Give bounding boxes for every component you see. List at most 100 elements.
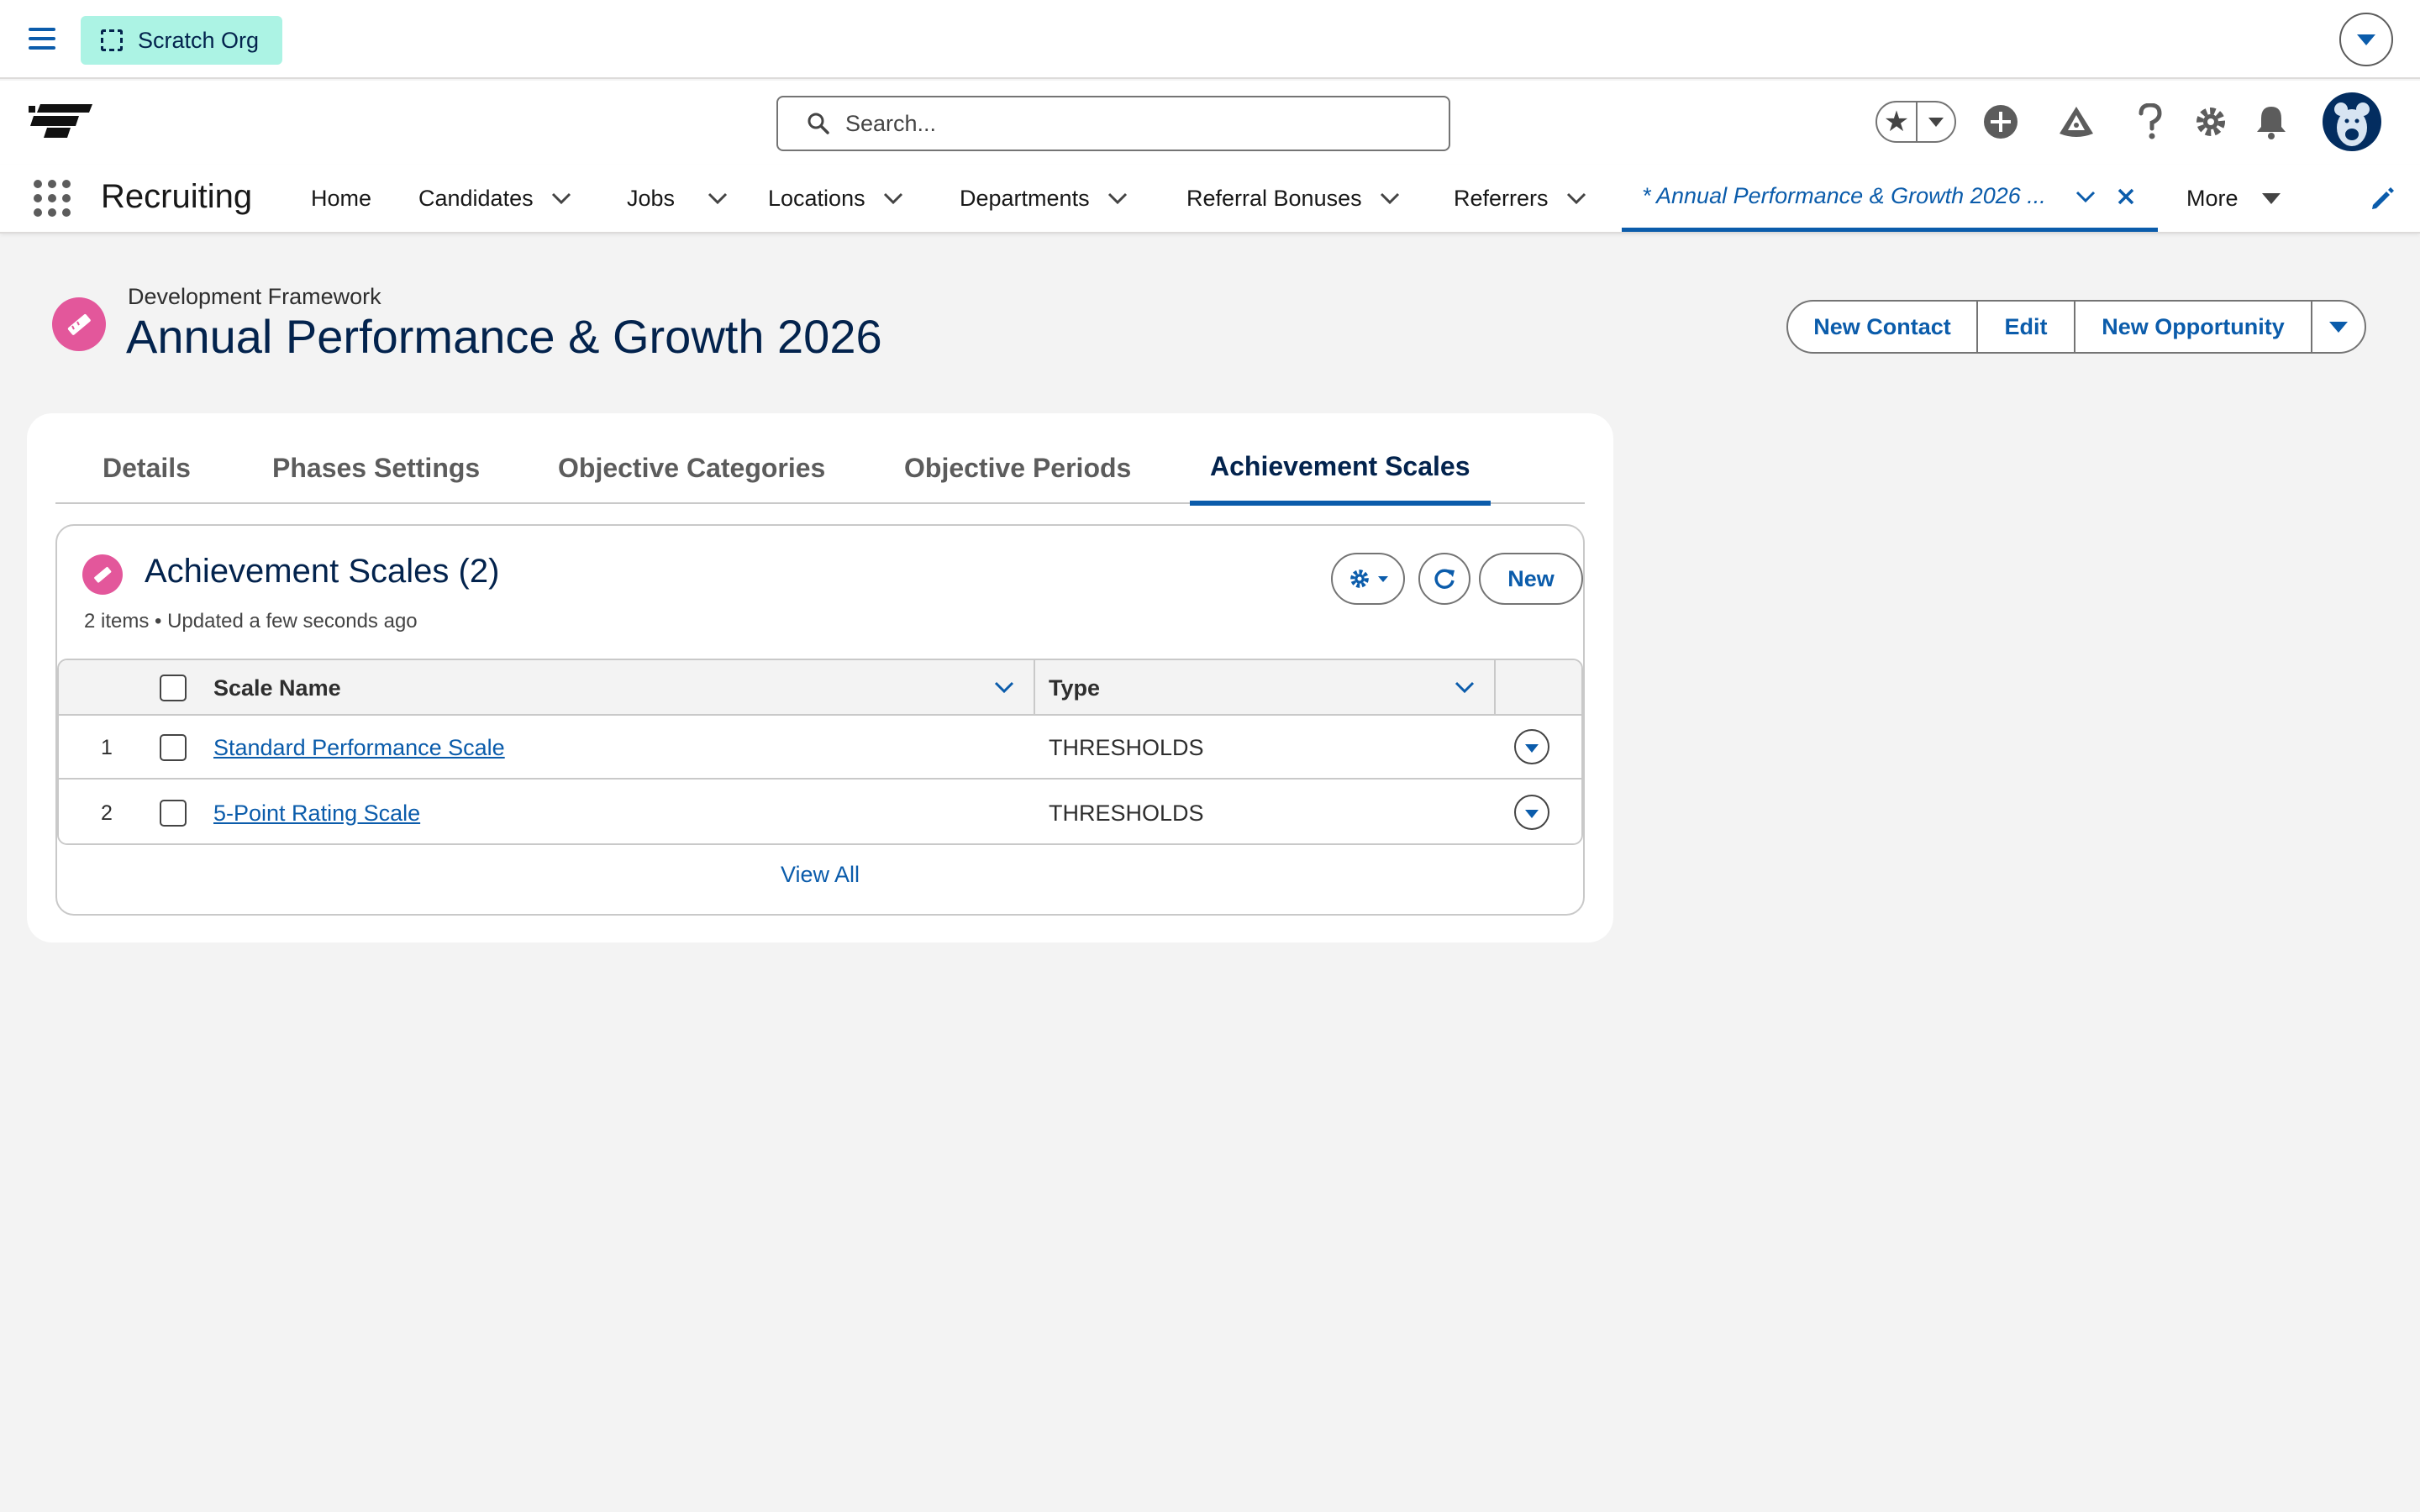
org-dropdown-button[interactable] [2339, 13, 2393, 66]
bear-avatar-icon [2334, 102, 2370, 146]
type-cell: THRESHOLDS [1049, 734, 1204, 760]
tab-achievement-scales[interactable]: Achievement Scales [1190, 432, 1491, 506]
gear-icon[interactable] [2190, 101, 2232, 143]
scale-name-link[interactable]: 5-Point Rating Scale [213, 801, 420, 827]
edit-button[interactable]: Edit [1978, 302, 2075, 352]
chevron-down-icon [2329, 321, 2348, 333]
nav-more-label: More [2186, 185, 2238, 211]
table-row: 2 5-Point Rating Scale THRESHOLDS [59, 781, 1581, 843]
nav-more-menu[interactable]: More [2186, 165, 2281, 232]
app-launcher-icon[interactable] [34, 180, 71, 217]
tab-details[interactable]: Details [103, 432, 191, 504]
favorites-menu-caret[interactable] [1918, 117, 1954, 127]
view-all-link[interactable]: View All [57, 862, 1583, 888]
related-list-title: Achievement Scales (2) [145, 553, 500, 590]
nav-item-label: * Annual Performance & Growth 2026 ... [1642, 183, 2046, 208]
add-icon[interactable] [1980, 101, 2022, 143]
related-list-table: Scale Name Type 1 Standard Performance S… [57, 659, 1583, 845]
chevron-down-icon[interactable] [1565, 192, 1587, 205]
global-search-input[interactable]: Search... [776, 96, 1450, 151]
nav-item-label: Home [311, 185, 372, 211]
row-actions-button[interactable] [1514, 795, 1549, 830]
type-cell: THRESHOLDS [1049, 800, 1204, 826]
list-settings-button[interactable] [1331, 553, 1405, 605]
caret-down-icon [1378, 575, 1388, 582]
row-checkbox[interactable] [160, 800, 187, 827]
nav-item-referrers[interactable]: Referrers [1454, 165, 1587, 232]
nav-item-label: Referrers [1454, 185, 1549, 211]
notification-bell-icon[interactable] [2250, 101, 2292, 143]
gear-icon [1350, 570, 1369, 588]
nav-item-label: Locations [768, 185, 865, 211]
scale-name-cell: 5-Point Rating Scale [213, 781, 420, 843]
nav-item-label: Referral Bonuses [1186, 185, 1362, 211]
scratch-org-badge[interactable]: Scratch Org [81, 16, 282, 65]
refresh-icon [1434, 569, 1455, 589]
star-icon[interactable]: ★ [1877, 102, 1918, 141]
nav-item-referral-bonuses[interactable]: Referral Bonuses [1186, 165, 1401, 232]
chevron-down-icon [2357, 34, 2375, 45]
help-icon[interactable] [2129, 101, 2171, 143]
nav-item-label: Departments [960, 185, 1090, 211]
ruler-icon [67, 313, 91, 335]
chevron-down-icon[interactable] [1454, 680, 1476, 694]
related-list-subtitle: 2 items • Updated a few seconds ago [84, 610, 418, 633]
user-avatar[interactable] [2323, 92, 2381, 151]
record-tabs: Details Phases Settings Objective Catego… [55, 432, 1585, 506]
new-contact-button[interactable]: New Contact [1788, 302, 1978, 352]
close-icon[interactable] [2117, 187, 2135, 206]
tab-phases-settings[interactable]: Phases Settings [272, 432, 480, 504]
tab-objective-categories[interactable]: Objective Categories [558, 432, 825, 504]
nav-tab-current-record[interactable]: * Annual Performance & Growth 2026 ... [1622, 165, 2158, 232]
nav-item-jobs[interactable]: Jobs [627, 165, 729, 232]
search-icon [808, 113, 829, 134]
select-all-checkbox[interactable] [160, 675, 187, 701]
scale-name-cell: Standard Performance Scale [213, 716, 505, 780]
table-row: 1 Standard Performance Scale THRESHOLDS [59, 716, 1581, 780]
scale-name-link[interactable]: Standard Performance Scale [213, 735, 505, 761]
chevron-down-icon[interactable] [1107, 192, 1128, 205]
column-header-type[interactable]: Type [1049, 660, 1100, 716]
record-title: Annual Performance & Growth 2026 [126, 310, 882, 363]
nav-item-candidates[interactable]: Candidates [418, 165, 572, 232]
nav-item-departments[interactable]: Departments [960, 165, 1128, 232]
row-actions-button[interactable] [1514, 729, 1549, 764]
row-number: 1 [101, 736, 113, 759]
achievement-scales-related-list: Achievement Scales (2) 2 items • Updated… [55, 524, 1585, 916]
scratch-org-icon [101, 29, 123, 51]
edit-nav-pencil-icon[interactable] [2370, 186, 2395, 212]
chevron-down-icon[interactable] [1379, 192, 1401, 205]
row-number: 2 [101, 801, 113, 825]
row-checkbox[interactable] [160, 734, 187, 761]
column-header-scale-name[interactable]: Scale Name [213, 660, 341, 716]
caret-down-icon [1525, 743, 1539, 753]
chevron-down-icon[interactable] [550, 192, 572, 205]
favorites-button-group[interactable]: ★ [1876, 101, 1956, 143]
nav-item-label: Jobs [627, 185, 676, 211]
menu-icon[interactable] [29, 28, 55, 50]
nav-item-locations[interactable]: Locations [768, 165, 904, 232]
search-placeholder: Search... [845, 110, 937, 136]
scratch-org-label: Scratch Org [138, 27, 260, 53]
related-list-icon [82, 554, 123, 595]
new-opportunity-button[interactable]: New Opportunity [2075, 302, 2312, 352]
refresh-button[interactable] [1418, 553, 1470, 605]
chevron-down-icon[interactable] [993, 680, 1015, 694]
column-divider[interactable] [1494, 660, 1496, 716]
chevron-down-icon[interactable] [882, 192, 904, 205]
nav-item-label: Candidates [418, 185, 534, 211]
app-name: Recruiting [101, 178, 253, 215]
new-record-button[interactable]: New [1479, 553, 1583, 605]
more-actions-button[interactable] [2312, 302, 2365, 352]
column-divider[interactable] [1034, 660, 1035, 716]
record-object-type: Development Framework [128, 284, 381, 309]
tab-objective-periods[interactable]: Objective Periods [904, 432, 1131, 504]
app-nav-bar: Recruiting Home Candidates Jobs Location… [0, 165, 2420, 234]
chevron-down-icon[interactable] [2075, 190, 2096, 203]
nav-item-home[interactable]: Home [311, 165, 371, 232]
caret-down-icon [2261, 192, 2281, 204]
chevron-down-icon[interactable] [707, 192, 729, 205]
ruler-icon [94, 566, 112, 583]
trailhead-icon[interactable] [2055, 101, 2097, 143]
record-detail-card: Details Phases Settings Objective Catego… [27, 413, 1613, 942]
